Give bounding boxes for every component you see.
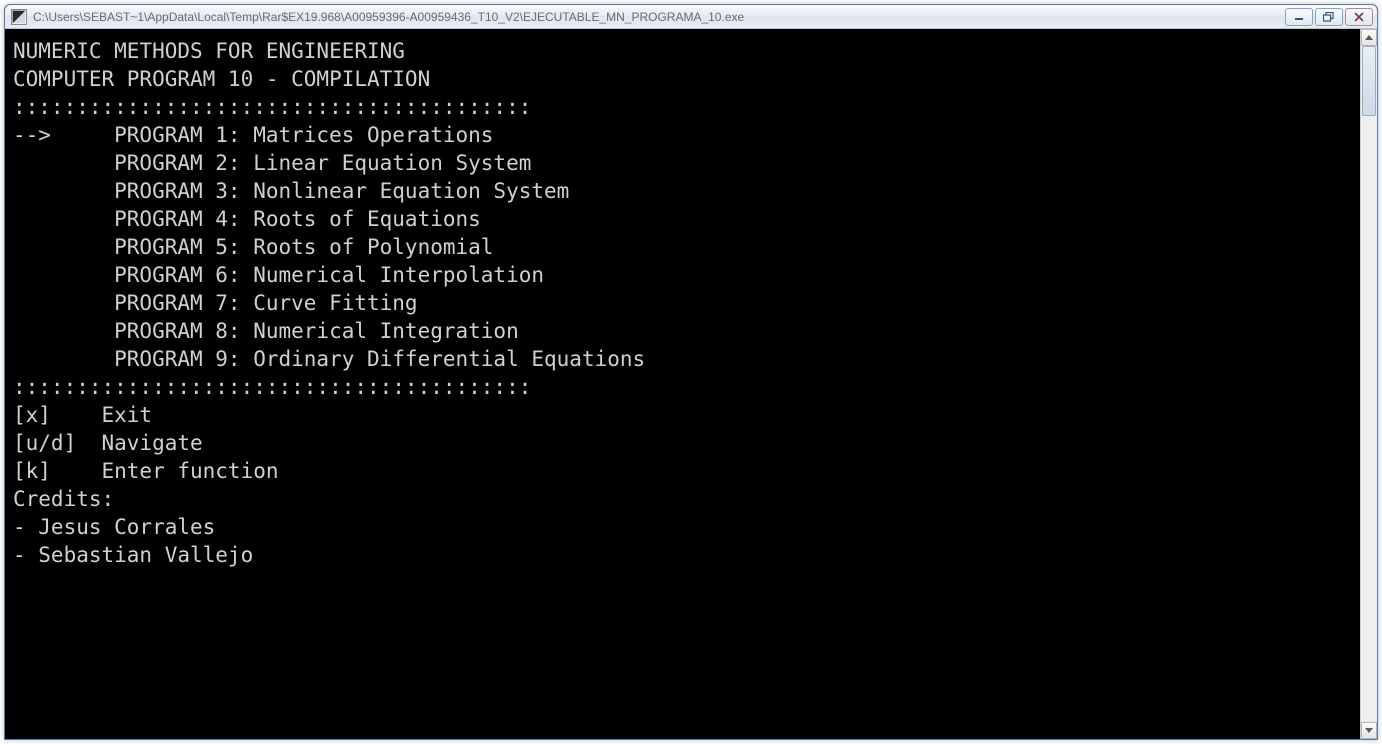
window-title: C:\Users\SEBAST~1\AppData\Local\Temp\Rar… bbox=[33, 10, 1285, 24]
header-line-2: COMPUTER PROGRAM 10 - COMPILATION bbox=[13, 65, 1356, 93]
menu-item-1: --> PROGRAM 1: Matrices Operations bbox=[13, 121, 1356, 149]
app-icon bbox=[11, 9, 27, 25]
control-hint-2: [u/d] Navigate bbox=[13, 429, 1356, 457]
window-titlebar[interactable]: C:\Users\SEBAST~1\AppData\Local\Temp\Rar… bbox=[5, 5, 1377, 29]
menu-item-8: PROGRAM 8: Numerical Integration bbox=[13, 317, 1356, 345]
separator-line: ::::::::::::::::::::::::::::::::::::::::… bbox=[13, 93, 1356, 121]
control-hint-3: [k] Enter function bbox=[13, 457, 1356, 485]
scrollbar-thumb[interactable] bbox=[1362, 46, 1376, 116]
menu-item-2: PROGRAM 2: Linear Equation System bbox=[13, 149, 1356, 177]
close-icon bbox=[1354, 12, 1364, 22]
minimize-button[interactable] bbox=[1285, 8, 1313, 26]
console-output[interactable]: NUMERIC METHODS FOR ENGINEERINGCOMPUTER … bbox=[5, 29, 1360, 739]
maximize-button[interactable] bbox=[1315, 8, 1343, 26]
menu-item-5: PROGRAM 5: Roots of Polynomial bbox=[13, 233, 1356, 261]
menu-item-7: PROGRAM 7: Curve Fitting bbox=[13, 289, 1356, 317]
client-area: NUMERIC METHODS FOR ENGINEERINGCOMPUTER … bbox=[5, 29, 1377, 739]
chevron-up-icon bbox=[1365, 35, 1373, 40]
minimize-icon bbox=[1294, 13, 1304, 21]
scrollbar-track[interactable] bbox=[1361, 46, 1377, 722]
header-line-1: NUMERIC METHODS FOR ENGINEERING bbox=[13, 37, 1356, 65]
credits-title: Credits: bbox=[13, 485, 1356, 513]
menu-item-9: PROGRAM 9: Ordinary Differential Equatio… bbox=[13, 345, 1356, 373]
credit-line-1: - Jesus Corrales bbox=[13, 513, 1356, 541]
maximize-icon bbox=[1323, 12, 1335, 22]
app-window: C:\Users\SEBAST~1\AppData\Local\Temp\Rar… bbox=[4, 4, 1378, 740]
window-buttons bbox=[1285, 8, 1373, 26]
credit-line-2: - Sebastian Vallejo bbox=[13, 541, 1356, 569]
scroll-down-button[interactable] bbox=[1361, 722, 1377, 739]
menu-item-6: PROGRAM 6: Numerical Interpolation bbox=[13, 261, 1356, 289]
vertical-scrollbar[interactable] bbox=[1360, 29, 1377, 739]
close-button[interactable] bbox=[1345, 8, 1373, 26]
scroll-up-button[interactable] bbox=[1361, 29, 1377, 46]
chevron-down-icon bbox=[1365, 728, 1373, 733]
control-hint-1: [x] Exit bbox=[13, 401, 1356, 429]
menu-item-3: PROGRAM 3: Nonlinear Equation System bbox=[13, 177, 1356, 205]
separator-line: ::::::::::::::::::::::::::::::::::::::::… bbox=[13, 373, 1356, 401]
menu-item-4: PROGRAM 4: Roots of Equations bbox=[13, 205, 1356, 233]
